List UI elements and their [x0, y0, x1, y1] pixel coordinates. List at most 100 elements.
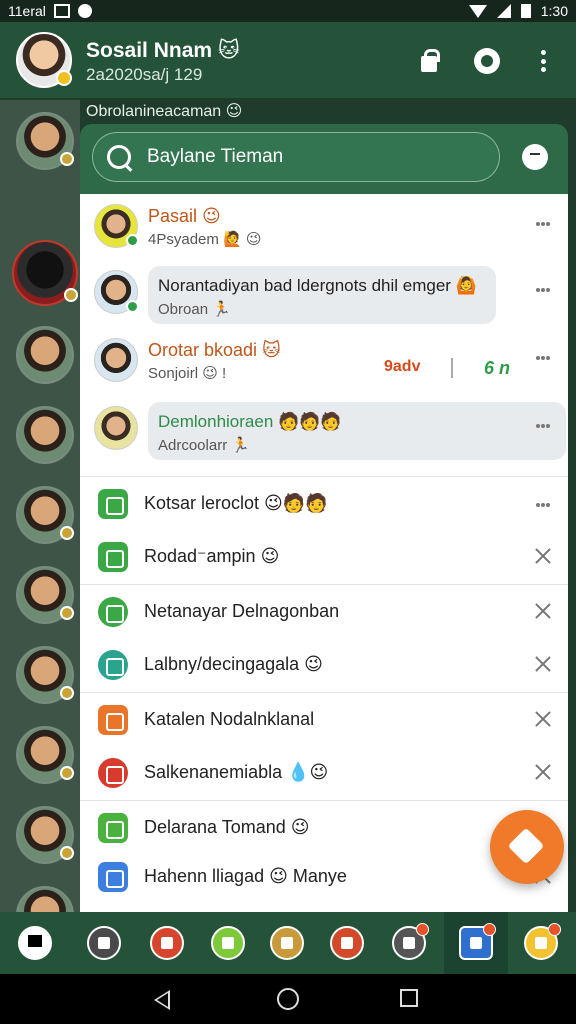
navigation-bar	[0, 974, 576, 1024]
status-tag: 9adv	[384, 358, 421, 375]
chat-name: Norantadiyan bad ldergnots dhil emger 🙆	[158, 276, 477, 295]
more-icon[interactable]	[536, 288, 550, 292]
rail-avatar[interactable]	[16, 646, 74, 704]
notification-badge	[483, 923, 496, 936]
section-label: Obrolanineacaman 😉	[86, 103, 243, 120]
signal-icon	[496, 4, 511, 18]
notification-icon	[53, 4, 70, 18]
chat-message: 4Psyadem 🙋 😉	[148, 231, 262, 248]
list-item-label: Katalen Nodalnklanal	[144, 709, 315, 729]
list-item[interactable]: Netanayar Delnagonban	[80, 584, 568, 638]
emoji-icon[interactable]	[522, 144, 548, 170]
chat-message: Adrcoolarr 🏃	[158, 437, 251, 454]
list-item[interactable]: Salkenanemiabla 💧😉	[80, 746, 568, 800]
close-icon[interactable]	[534, 547, 552, 565]
rail-avatar[interactable]	[16, 486, 74, 544]
list-item-label: Salkenanemiabla 💧😉	[144, 762, 329, 782]
avatar-badge	[60, 526, 74, 540]
battery-icon	[520, 4, 531, 18]
chat-avatar	[94, 406, 138, 450]
profile-avatar[interactable]	[16, 32, 72, 88]
avatar-badge	[64, 288, 78, 302]
chat-list: Pasail 😉 4Psyadem 🙋 😉 Norantadiyan bad l…	[80, 194, 568, 912]
home-button[interactable]	[277, 988, 299, 1010]
more-icon[interactable]	[536, 424, 550, 428]
list-item[interactable]: Kotsar leroclot 😉🧑🧑	[80, 476, 568, 530]
chat-name: Pasail 😉	[148, 206, 221, 226]
rail-avatar[interactable]	[16, 112, 74, 170]
mail-icon[interactable]	[459, 923, 496, 960]
lock-app-icon	[98, 542, 128, 572]
compose-fab-button[interactable]	[490, 810, 564, 884]
recent-apps-icon[interactable]	[400, 989, 418, 1007]
calendar-icon[interactable]	[150, 926, 184, 960]
page-title: Sosail Nnam 🐱	[86, 39, 240, 62]
chat-item[interactable]: Demlonhioraen 🧑🧑🧑 Adrcoolarr 🏃	[80, 396, 568, 462]
chat-item[interactable]: Pasail 😉 4Psyadem 🙋 😉	[80, 194, 568, 260]
message-bubble[interactable]: Demlonhioraen 🧑🧑🧑 Adrcoolarr 🏃	[148, 402, 566, 460]
compass-icon[interactable]	[392, 923, 429, 960]
more-options-icon[interactable]	[530, 48, 556, 74]
tools-icon	[98, 758, 128, 788]
refresh-icon	[98, 597, 128, 627]
list-item[interactable]: Katalen Nodalnklanal	[80, 692, 568, 746]
avatar-badge	[60, 846, 74, 860]
chat-avatar	[94, 204, 139, 248]
phone-icon[interactable]	[211, 926, 245, 960]
chat-message: Obroan 🏃	[158, 301, 231, 318]
status-badge	[56, 70, 72, 86]
notification-badge	[416, 923, 429, 936]
home-icon[interactable]	[18, 926, 52, 960]
divider	[451, 358, 453, 378]
search-input[interactable]	[147, 146, 487, 168]
camera-icon[interactable]	[474, 48, 500, 74]
chat-avatar	[94, 270, 139, 314]
status-carrier: 11eral	[8, 3, 46, 19]
rail-avatar[interactable]	[12, 240, 78, 306]
notification-badge	[548, 923, 561, 936]
avatar-badge	[60, 152, 74, 166]
more-icon[interactable]	[536, 356, 550, 360]
status-tag: 6 n	[484, 358, 511, 378]
envelope-icon	[98, 705, 128, 735]
close-icon[interactable]	[534, 655, 552, 673]
chat-message: Sonjoirl 😉 !	[148, 365, 227, 382]
list-item[interactable]: Rodad⁻ampin 😉	[80, 530, 568, 584]
search-icon[interactable]	[107, 145, 133, 171]
chat-item[interactable]: Norantadiyan bad ldergnots dhil emger 🙆 …	[80, 260, 568, 326]
page-subtitle: 2a2020sa/j 129	[86, 65, 203, 84]
check-icon	[98, 650, 128, 680]
message-bubble[interactable]: Norantadiyan bad ldergnots dhil emger 🙆 …	[148, 266, 496, 324]
rail-avatar[interactable]	[16, 806, 74, 864]
rail-avatar[interactable]	[16, 406, 74, 464]
close-icon[interactable]	[534, 710, 552, 728]
list-item-label: Rodad⁻ampin 😉	[144, 546, 280, 566]
rail-avatar[interactable]	[16, 326, 74, 384]
online-badge	[126, 234, 139, 247]
status-bar: 11eral 1:30	[0, 0, 576, 22]
wifi-icon	[468, 4, 487, 18]
document-icon	[98, 813, 128, 843]
sync-icon	[77, 4, 92, 18]
notes-icon[interactable]	[270, 926, 304, 960]
shopping-icon[interactable]	[87, 926, 121, 960]
close-icon[interactable]	[534, 602, 552, 620]
chat-avatar	[94, 338, 138, 382]
search-box[interactable]	[92, 132, 500, 182]
more-icon[interactable]	[536, 222, 550, 226]
avatar-badge	[60, 606, 74, 620]
list-item-label: Kotsar leroclot 😉🧑🧑	[144, 493, 328, 513]
rail-avatar[interactable]	[16, 566, 74, 624]
rail-avatar[interactable]	[16, 726, 74, 784]
story-rail	[0, 100, 80, 944]
books-icon[interactable]	[330, 926, 364, 960]
chat-item[interactable]: Orotar bkoadi 🐱 Sonjoirl 😉 ! 9adv 6 n	[80, 328, 568, 394]
list-item[interactable]: Lalbny/decingagala 😉	[80, 638, 568, 692]
list-item-label: Delarana Tomand 😉	[144, 817, 310, 837]
close-icon[interactable]	[534, 763, 552, 781]
lock-icon[interactable]	[416, 48, 442, 74]
status-time: 1:30	[540, 3, 568, 19]
emoji-app-icon[interactable]	[524, 923, 561, 960]
more-icon[interactable]	[536, 503, 550, 507]
back-icon[interactable]	[154, 990, 170, 1010]
